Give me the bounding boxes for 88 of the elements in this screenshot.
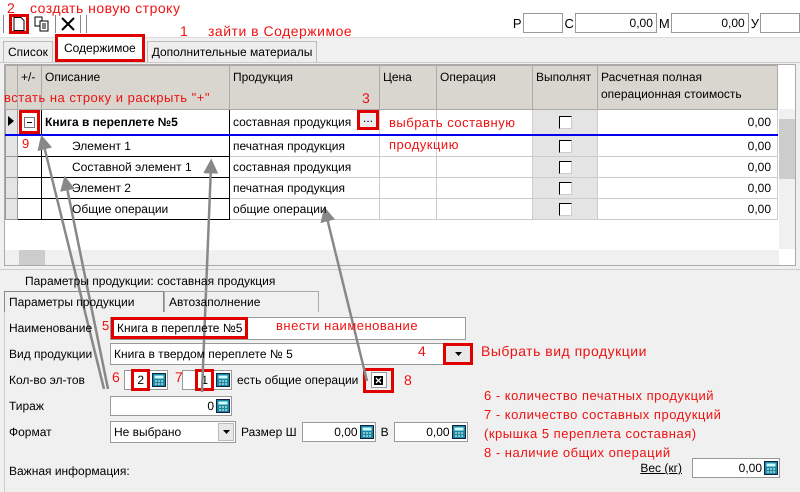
table-cell: Общие операции [42, 198, 230, 219]
tab[interactable]: Параметры продукции [4, 291, 164, 312]
annotation-text: 2 [7, 0, 16, 16]
table-cell: Элемент 1 [42, 135, 230, 156]
table-cell: 0,00 [598, 135, 778, 156]
column-header[interactable]: Продукция [233, 69, 376, 86]
annotation-text: выбрать составную продукцию [389, 114, 516, 154]
collapse-icon[interactable] [24, 116, 35, 128]
annotation-text: создать новую строку [30, 0, 180, 16]
field-label: С [564, 16, 574, 30]
table-cell: 0,00 [598, 177, 778, 198]
table-cell: общие операции [233, 202, 327, 216]
important-info-label: Важная информация: [9, 464, 130, 478]
calculator-icon [216, 399, 230, 413]
vertical-scrollbar[interactable] [779, 109, 795, 249]
table-cell: составная продукция [233, 115, 352, 129]
input-field[interactable]: 0,00 [670, 13, 749, 33]
annotation-text: 8 - наличие общих операций [484, 445, 671, 461]
weight-field[interactable]: 0,00 [692, 458, 780, 478]
format-dropdown[interactable]: Не выбрано [110, 421, 236, 443]
tab[interactable]: Автозаполнение [164, 291, 319, 312]
picker-button[interactable]: ... [357, 110, 378, 130]
weight-link[interactable]: Вес (кг) [640, 461, 682, 475]
annotation-text: (крышка 5 переплета составная) [484, 426, 697, 442]
checkbox[interactable] [558, 116, 572, 130]
field-label: Размер Ш [241, 425, 297, 439]
number-field[interactable]: 0,00 [302, 422, 376, 442]
table-cell: 0,00 [598, 156, 778, 177]
field-label: М [658, 16, 670, 30]
table-cell: печатная продукция [233, 180, 345, 194]
tab[interactable]: Список [3, 41, 53, 62]
annotation-text: Выбрать вид продукции [481, 343, 647, 359]
tab[interactable]: Содержимое [54, 34, 145, 62]
field-label: Вид продукции [9, 347, 92, 361]
table-cell: 0,00 [598, 110, 778, 135]
table-cell: Составной элемент 1 [42, 156, 230, 177]
field-label: У [750, 16, 759, 30]
calculator-icon [360, 425, 374, 439]
table-cell: Книга в переплете №5 [42, 110, 230, 135]
checkbox-label: есть общие операции [237, 373, 358, 387]
checkbox[interactable] [558, 140, 572, 153]
field-label: Кол-во эл-тов [9, 373, 85, 387]
calculator-icon [452, 425, 466, 439]
calculator-icon [152, 373, 166, 387]
number-field[interactable]: 0,00 [394, 422, 468, 442]
input-field[interactable]: 0,00 [574, 13, 657, 33]
annotation-text: 6 - количество печатных продукций [484, 388, 714, 404]
annotation-text: 3 [362, 90, 370, 106]
checkbox[interactable] [558, 160, 572, 174]
annotation-text: встать на строку и раскрыть "+" [4, 90, 210, 106]
table-cell: 0,00 [598, 198, 778, 219]
annotation-text: 5 [102, 318, 110, 334]
table-cell: печатная продукция [233, 138, 345, 153]
table-cell: Элемент 2 [42, 177, 230, 198]
number-field[interactable]: 0 [110, 396, 232, 416]
copy-icon[interactable] [34, 16, 50, 32]
calculator-icon [216, 373, 230, 387]
annotation-text: 9 [22, 136, 30, 152]
horizontal-scrollbar[interactable] [5, 250, 779, 265]
cross-mark-icon [374, 376, 384, 384]
field-label: Наименование [9, 321, 92, 335]
field-label: Формат [9, 425, 52, 439]
new-document-icon[interactable] [13, 17, 25, 31]
annotation-text: внести наименование [276, 318, 418, 334]
dropdown-arrow-icon [454, 352, 462, 356]
panel-title: Параметры продукции: составная продукция [25, 274, 276, 288]
delete-icon[interactable] [61, 17, 75, 31]
input-field[interactable] [522, 13, 562, 33]
column-header[interactable]: Описание [45, 69, 226, 86]
calculator-icon [764, 461, 778, 475]
field-label: Тираж [9, 399, 44, 413]
annotation-text: зайти в Содержимое [208, 23, 352, 39]
annotation-text: 7 [175, 369, 184, 385]
checkbox[interactable] [370, 372, 387, 388]
field-label: В [380, 425, 389, 439]
checkbox[interactable] [558, 182, 572, 195]
annotation-text: 7 - количество составных продукций [484, 407, 722, 423]
checkbox[interactable] [558, 202, 572, 216]
dropdown-arrow-icon [222, 430, 230, 434]
tab[interactable]: Дополнительные материалы [146, 41, 318, 62]
annotation-text: 4 [418, 343, 426, 359]
field-label: Р [512, 16, 522, 30]
annotation-text: 8 [404, 372, 412, 388]
input-field[interactable] [760, 13, 800, 33]
annotation-text: 6 [112, 369, 120, 385]
annotation-text: 1 [180, 23, 188, 39]
number-field[interactable]: 2 [124, 370, 168, 390]
table-cell: составная продукция [233, 160, 352, 174]
